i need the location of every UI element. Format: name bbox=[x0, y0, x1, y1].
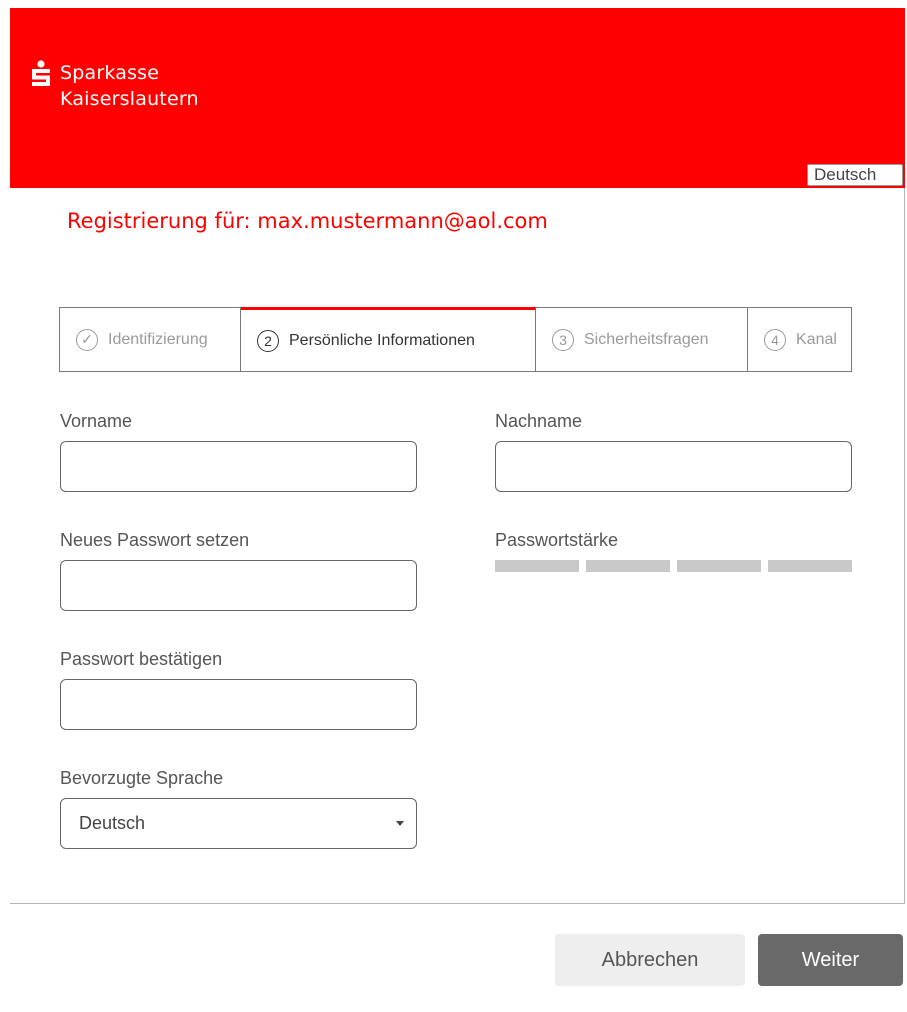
preferred-language-select[interactable]: Deutsch bbox=[60, 798, 417, 849]
step-personal-information[interactable]: 2 Persönliche Informationen bbox=[241, 307, 536, 371]
step-label: Kanal bbox=[796, 330, 837, 348]
step-number: 4 bbox=[764, 328, 786, 351]
last-name-label: Nachname bbox=[495, 411, 583, 431]
cancel-button[interactable]: Abbrechen bbox=[555, 934, 745, 986]
new-password-input[interactable] bbox=[60, 560, 417, 611]
step-number: 3 bbox=[552, 328, 574, 351]
step-label: Persönliche Informationen bbox=[289, 331, 475, 349]
last-name-input[interactable] bbox=[495, 441, 852, 492]
sparkasse-logo[interactable]: Sparkasse Kaiserslautern bbox=[30, 60, 199, 112]
first-name-label: Vorname bbox=[60, 411, 133, 431]
brand-header: Sparkasse Kaiserslautern Deutsch bbox=[10, 8, 905, 188]
selected-language: Deutsch bbox=[79, 813, 146, 833]
strength-segment bbox=[677, 560, 761, 572]
sparkasse-s-icon bbox=[32, 60, 50, 86]
brand-name-line2: Kaiserslautern bbox=[60, 88, 199, 110]
strength-segment bbox=[586, 560, 670, 572]
preferred-language-label: Bevorzugte Sprache bbox=[60, 768, 224, 788]
password-strength-meter bbox=[495, 560, 852, 572]
registration-title: Registrierung für: max.mustermann@aol.co… bbox=[67, 209, 548, 233]
strength-segment bbox=[768, 560, 852, 572]
step-channel[interactable]: 4 Kanal bbox=[748, 308, 851, 371]
checkmark-icon: ✓ bbox=[76, 328, 98, 351]
step-label: Identifizierung bbox=[108, 330, 208, 348]
caret-down-icon bbox=[396, 821, 404, 826]
brand-name-line1: Sparkasse bbox=[60, 62, 160, 84]
strength-segment bbox=[495, 560, 579, 572]
language-switch-button[interactable]: Deutsch bbox=[807, 164, 903, 186]
confirm-password-input[interactable] bbox=[60, 679, 417, 730]
step-indicator: ✓ Identifizierung 2 Persönliche Informat… bbox=[59, 307, 852, 372]
step-identification[interactable]: ✓ Identifizierung bbox=[60, 308, 241, 371]
password-strength-label: Passwortstärke bbox=[495, 530, 619, 550]
first-name-input[interactable] bbox=[60, 441, 417, 492]
step-security-questions[interactable]: 3 Sicherheitsfragen bbox=[536, 308, 748, 371]
step-label: Sicherheitsfragen bbox=[584, 330, 709, 348]
step-number: 2 bbox=[257, 329, 279, 352]
new-password-label: Neues Passwort setzen bbox=[60, 530, 250, 550]
confirm-password-label: Passwort bestätigen bbox=[60, 649, 223, 669]
next-button[interactable]: Weiter bbox=[758, 934, 903, 986]
